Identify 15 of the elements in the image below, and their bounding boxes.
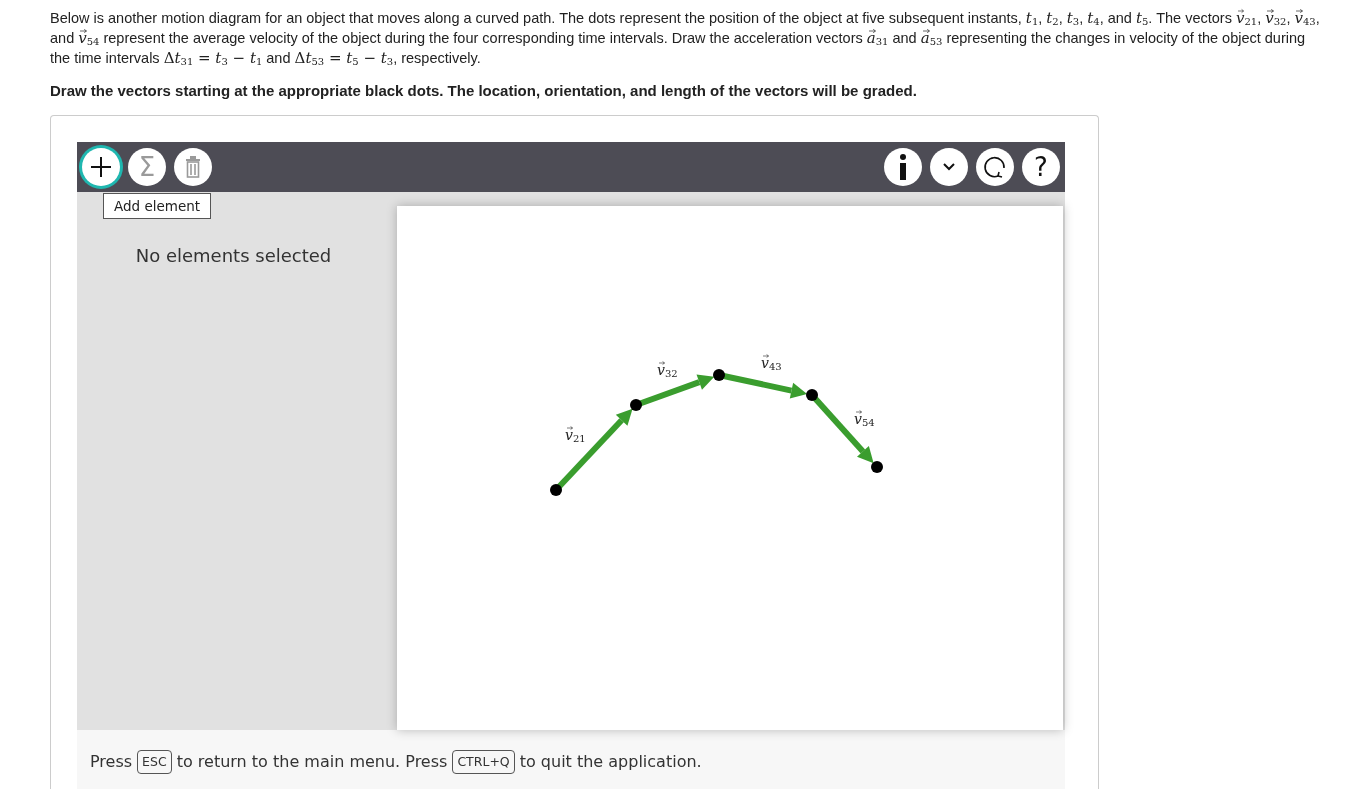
question-text: Below is another motion diagram for an object that moves along a curved path. The dots represent the position of the object at five subsequent instants, t$_{1}$, t$_{2}$, t$_{3}$, t$_{4}$, and t$_{5}$. The vectors v$_{21}$, v$_{32}$, v$_{43}$, and v$_{54}$ represent the average velocity of the object during the four corresponding time intervals. Draw the acceleration vectors a$_{31}$ and a$_{53}$ representing the changes in velocity of the object during the time intervals Δt$_{31}$ = t$_{3}$ − t$_{1}$ and Δt$_{53}$ = t$_{5}$ − t$_{3}$, respectively.	[50, 8, 1321, 68]
tooltip: Add element	[103, 192, 212, 219]
footer-text: to quit the application.	[519, 750, 702, 773]
footer-text: to return to the main menu. Press	[176, 750, 448, 773]
key-label: ESC	[137, 749, 172, 774]
key-label: CTRL+Q	[452, 749, 515, 774]
help-button[interactable]: ?	[1022, 147, 1060, 186]
vector-label: v$_{32}$	[657, 362, 678, 379]
footer-text: Press	[90, 750, 133, 773]
vector-label: v$_{21}$	[565, 427, 586, 444]
vector-label: v$_{43}$	[761, 355, 782, 372]
instruction-text: Draw the vectors starting at the appropriate black dots. The location, orientation, and length of the vectors will be graded.	[50, 81, 918, 101]
drawing-canvas[interactable]: v$_{21}$ v$_{32}$ v$_{43}$ v$_{54}$	[397, 205, 1063, 730]
status-message: No elements selected	[135, 244, 332, 266]
vector-label: v$_{54}$	[854, 411, 875, 428]
